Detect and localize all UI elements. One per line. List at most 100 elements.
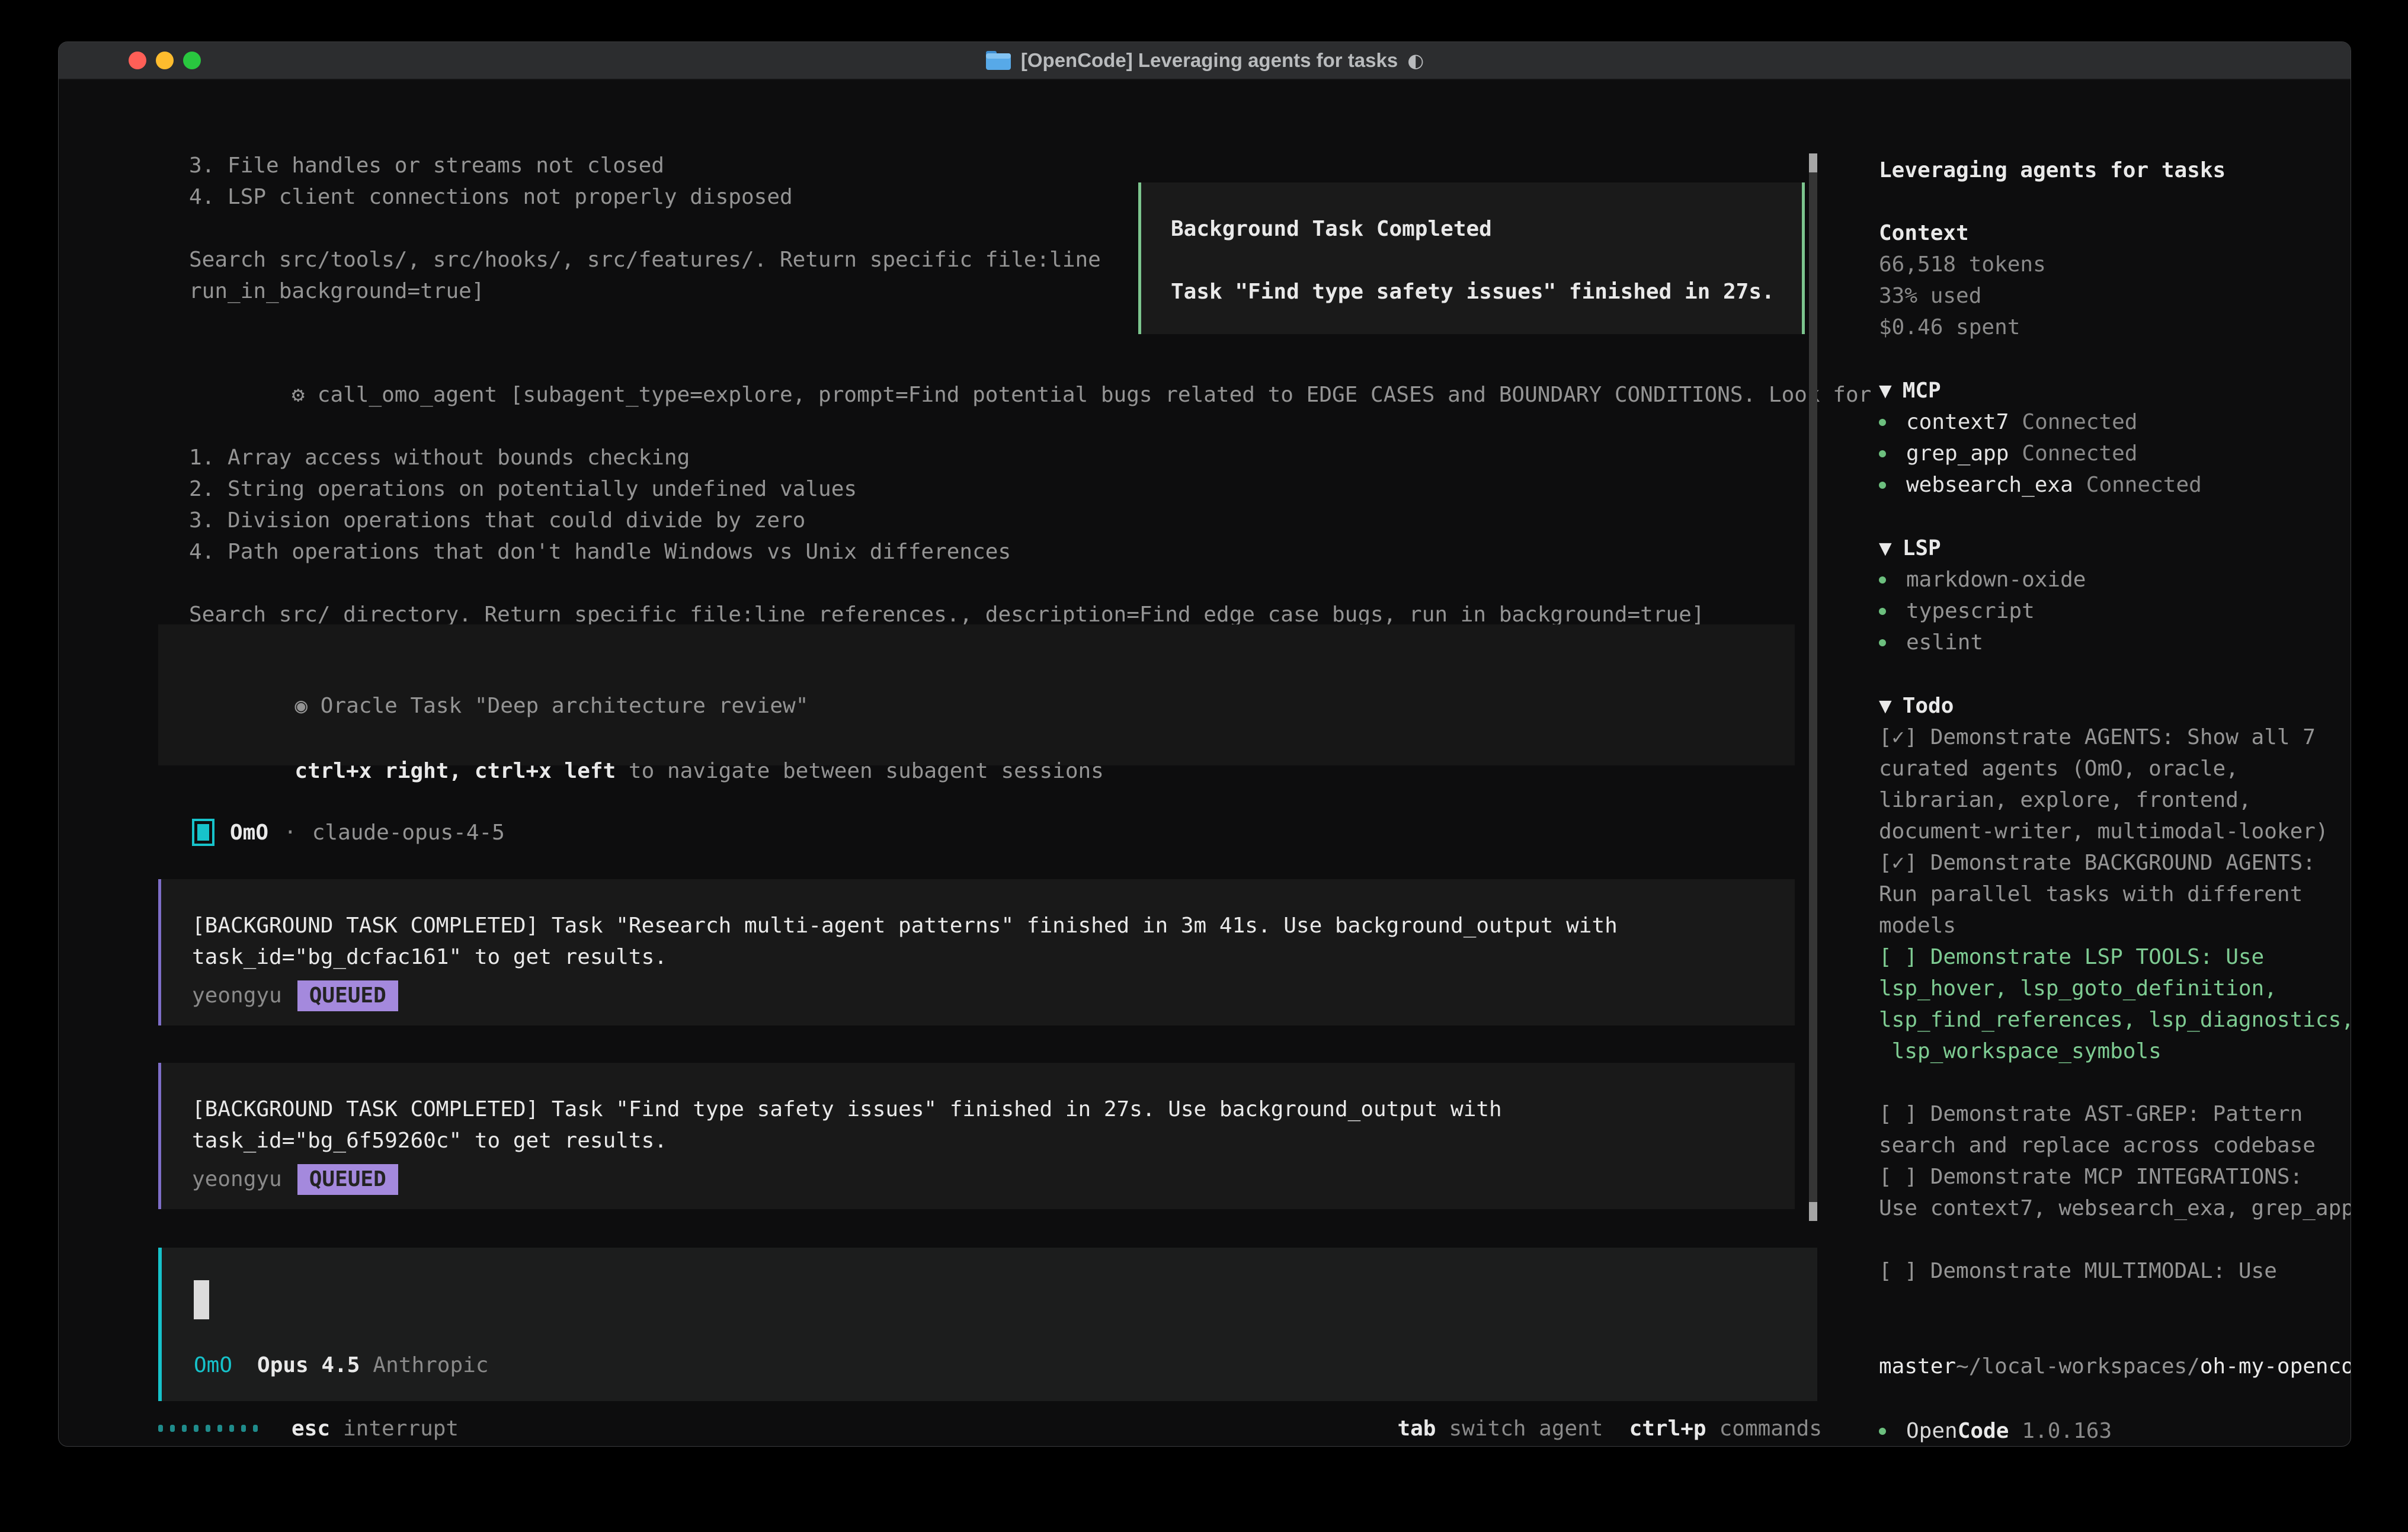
assistant-text-block: 3. File handles or streams not closed 4.… bbox=[189, 150, 1101, 307]
activity-dot-icon bbox=[253, 1425, 258, 1432]
chevron-down-icon: ▼ bbox=[1879, 694, 1892, 718]
desktop: [OpenCode] Leveraging agents for tasks ◐… bbox=[0, 0, 2408, 1532]
agent-name: OmO bbox=[230, 817, 268, 848]
message-text: [BACKGROUND TASK COMPLETED] Task "Resear… bbox=[192, 910, 1795, 973]
app-version: 1.0.163 bbox=[2022, 1415, 2112, 1447]
version-row: OpenCode 1.0.163 bbox=[1879, 1415, 2112, 1447]
esc-action-label: interrupt bbox=[343, 1413, 459, 1444]
activity-dot-icon bbox=[217, 1425, 222, 1432]
status-dot-icon bbox=[1879, 639, 1886, 646]
context-heading: Context bbox=[1879, 217, 1969, 249]
mcp-item: context7 Connected bbox=[1879, 406, 2137, 438]
text-cursor bbox=[194, 1280, 209, 1319]
agent-badge-icon bbox=[192, 819, 214, 846]
mcp-status: Connected bbox=[2022, 406, 2137, 438]
toast-body: Task "Find type safety issues" finished … bbox=[1171, 276, 1772, 307]
chat-scrollbar-thumb[interactable] bbox=[1809, 153, 1817, 172]
todo-item: [ ] Demonstrate MULTIMODAL: Use bbox=[1879, 1255, 2351, 1287]
lsp-section-heading[interactable]: ▼LSP bbox=[1879, 533, 1941, 564]
input-model-name[interactable]: Opus 4.5 bbox=[257, 1350, 360, 1381]
input-provider-name: Anthropic bbox=[373, 1350, 488, 1381]
folder-icon bbox=[985, 50, 1011, 71]
mcp-name: grep_app bbox=[1906, 438, 2009, 469]
lsp-name: markdown-oxide bbox=[1906, 564, 2086, 595]
oracle-shortcut-hint: to navigate between subagent sessions bbox=[616, 759, 1104, 783]
separator-dot: · bbox=[284, 817, 297, 848]
traffic-lights bbox=[129, 42, 201, 79]
lsp-item: markdown-oxide bbox=[1879, 564, 2086, 595]
session-status-icon: ◐ bbox=[1407, 49, 1424, 72]
app-name-bold: Code bbox=[1958, 1415, 2009, 1447]
agent-header: OmO · claude-opus-4-5 bbox=[192, 816, 505, 849]
activity-dot-icon bbox=[170, 1425, 175, 1432]
status-dot-icon bbox=[1879, 419, 1886, 426]
mcp-item: grep_app Connected bbox=[1879, 438, 2137, 469]
zoom-button[interactable] bbox=[183, 52, 201, 69]
agent-model: claude-opus-4-5 bbox=[312, 817, 505, 848]
oracle-task-label: Oracle Task "Deep architecture review" bbox=[321, 694, 809, 718]
app-window: [OpenCode] Leveraging agents for tasks ◐… bbox=[58, 41, 2351, 1447]
tool-call-first-line: call_omo_agent [subagent_type=explore, p… bbox=[318, 383, 1872, 407]
mcp-item: websearch_exa Connected bbox=[1879, 469, 2202, 501]
todo-item: [✓] Demonstrate BACKGROUND AGENTS: Run p… bbox=[1879, 847, 2351, 941]
todo-item: [ ] Demonstrate MCP INTEGRATIONS: Use co… bbox=[1879, 1161, 2351, 1224]
lsp-name: typescript bbox=[1906, 595, 2035, 627]
chevron-down-icon: ▼ bbox=[1879, 379, 1892, 403]
tool-call-body: 1. Array access without bounds checking … bbox=[189, 442, 1871, 630]
ctrlp-action-label: commands bbox=[1719, 1413, 1822, 1444]
prompt-input[interactable]: OmO Opus 4.5 Anthropic bbox=[158, 1248, 1817, 1401]
workspace-branch: master bbox=[1879, 1351, 1956, 1382]
background-task-message: [BACKGROUND TASK COMPLETED] Task "Resear… bbox=[158, 879, 1795, 1025]
toast-title: Background Task Completed bbox=[1171, 213, 1772, 245]
close-button[interactable] bbox=[129, 52, 146, 69]
mcp-name: websearch_exa bbox=[1906, 469, 2073, 501]
esc-key-hint: esc bbox=[292, 1413, 330, 1444]
context-stats: 66,518 tokens 33% used $0.46 spent bbox=[1879, 249, 2046, 343]
activity-dot-icon bbox=[182, 1425, 187, 1432]
mcp-status: Connected bbox=[2022, 438, 2137, 469]
chat-scrollbar[interactable] bbox=[1809, 153, 1817, 1221]
chat-scrollbar-thumb[interactable] bbox=[1809, 1202, 1817, 1221]
gear-icon: ⚙ bbox=[292, 383, 305, 407]
window-titlebar: [OpenCode] Leveraging agents for tasks ◐ bbox=[59, 42, 2351, 80]
app-name-regular: Open bbox=[1906, 1415, 1958, 1447]
oracle-task-box: ◉ Oracle Task "Deep architecture review"… bbox=[158, 624, 1795, 765]
status-dot-icon bbox=[1879, 450, 1886, 457]
status-dot-icon bbox=[1879, 482, 1886, 489]
window-title: [OpenCode] Leveraging agents for tasks bbox=[1021, 49, 1398, 72]
todo-item: [ ] Demonstrate AST-GREP: Pattern search… bbox=[1879, 1098, 2351, 1161]
tab-key-hint: tab bbox=[1397, 1413, 1436, 1444]
todo-list: [✓] Demonstrate AGENTS: Show all 7 curat… bbox=[1879, 722, 2351, 1287]
mcp-status: Connected bbox=[2086, 469, 2202, 501]
fisheye-icon: ◉ bbox=[294, 694, 308, 718]
todo-item: [✓] Demonstrate AGENTS: Show all 7 curat… bbox=[1879, 722, 2351, 847]
ctrlp-key-hint: ctrl+p bbox=[1629, 1413, 1706, 1444]
lsp-item: typescript bbox=[1879, 595, 2035, 627]
activity-dot-icon bbox=[194, 1425, 198, 1432]
tool-call-block: ⚙ call_omo_agent [subagent_type=explore,… bbox=[189, 348, 1871, 630]
session-title: Leveraging agents for tasks bbox=[1879, 155, 2226, 186]
minimize-button[interactable] bbox=[156, 52, 174, 69]
status-dot-icon bbox=[1879, 608, 1886, 615]
chevron-down-icon: ▼ bbox=[1879, 536, 1892, 560]
todo-item-active: [ ] Demonstrate LSP TOOLS: Use lsp_hover… bbox=[1879, 941, 2351, 1067]
message-author: yeongyu bbox=[192, 980, 282, 1011]
tab-action-label: switch agent bbox=[1449, 1413, 1603, 1444]
background-task-toast: Background Task Completed Task "Find typ… bbox=[1138, 182, 1805, 334]
workspace-path-prefix: ~/local-workspaces/ bbox=[1956, 1354, 2200, 1379]
queued-badge: QUEUED bbox=[297, 980, 398, 1011]
status-dot-icon bbox=[1879, 1428, 1886, 1435]
background-task-message: [BACKGROUND TASK COMPLETED] Task "Find t… bbox=[158, 1063, 1795, 1209]
status-bar: esc interrupt tab switch agent ctrl+p co… bbox=[158, 1412, 1822, 1445]
mcp-name: context7 bbox=[1906, 406, 2009, 438]
activity-dot-icon bbox=[206, 1425, 210, 1432]
status-dot-icon bbox=[1879, 576, 1886, 584]
message-author: yeongyu bbox=[192, 1164, 282, 1195]
todo-section-heading[interactable]: ▼Todo bbox=[1879, 690, 1954, 722]
lsp-item: eslint bbox=[1879, 627, 1983, 658]
message-text: [BACKGROUND TASK COMPLETED] Task "Find t… bbox=[192, 1094, 1795, 1156]
queued-badge: QUEUED bbox=[297, 1164, 398, 1195]
lsp-name: eslint bbox=[1906, 627, 1983, 658]
activity-dot-icon bbox=[229, 1425, 234, 1432]
mcp-section-heading[interactable]: ▼MCP bbox=[1879, 375, 1941, 406]
